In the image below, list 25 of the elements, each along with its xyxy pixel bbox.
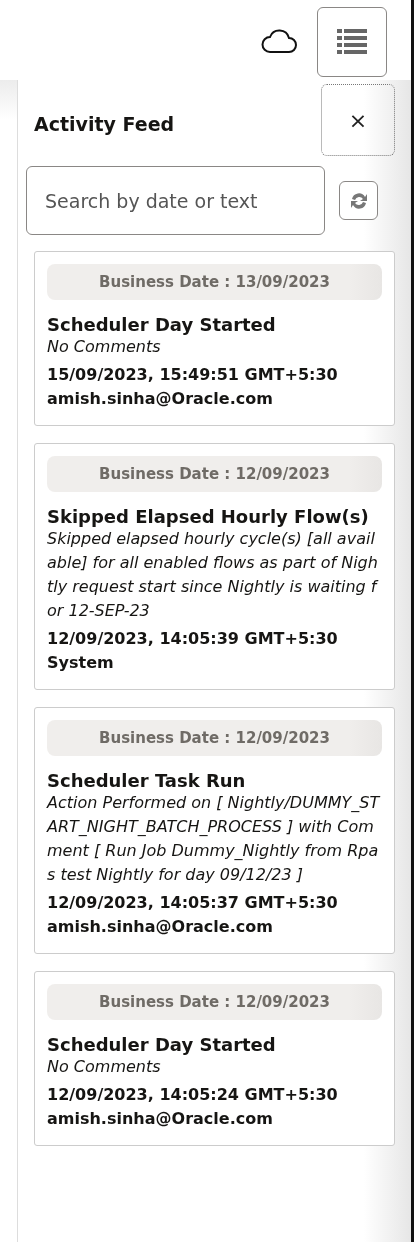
activity-timestamp: 12/09/2023, 14:05:24 GMT+5:30 (47, 1084, 339, 1106)
list-view-button[interactable] (317, 7, 387, 77)
search-field[interactable]: Search by date or text (26, 166, 325, 235)
activity-title: Scheduler Task Run (47, 770, 247, 791)
activity-title: Scheduler Day Started (47, 1034, 277, 1055)
refresh-button[interactable] (339, 181, 378, 220)
activity-comment: No Comments (47, 1056, 162, 1078)
panel-title: Activity Feed (34, 113, 175, 135)
activity-user: amish.sinha@Oracle.com (47, 1108, 274, 1130)
activity-timestamp: 12/09/2023, 14:05:39 GMT+5:30 (47, 628, 339, 650)
business-date: Business Date : 12/09/2023 (47, 984, 382, 1020)
activity-comment: Action Performed on [ Nightly/DUMMY_START_NIGHT_BATCH_PROCESS ] with Comment [ Run Job Dummy_Nightly from Rpas test Nightly for day 09/12/23 ] (47, 792, 382, 886)
business-date: Business Date : 12/09/2023 (47, 720, 382, 756)
business-date: Business Date : 13/09/2023 (47, 264, 382, 300)
activity-user: amish.sinha@Oracle.com (47, 916, 274, 938)
activity-title: Scheduler Day Started (47, 314, 277, 335)
activity-comment: Skipped elapsed hourly cycle(s) [all available] for all enabled flows as part of Nightly request start since Nightly is waiting for 12-SEP-23 (47, 528, 380, 622)
list-icon (337, 29, 367, 55)
activity-timestamp: 15/09/2023, 15:49:51 GMT+5:30 (47, 364, 339, 386)
business-date: Business Date : 12/09/2023 (47, 456, 382, 492)
activity-timestamp: 12/09/2023, 14:05:37 GMT+5:30 (47, 892, 339, 914)
activity-title: Skipped Elapsed Hourly Flow(s) (47, 506, 370, 527)
activity-comment: No Comments (47, 336, 162, 358)
activity-user: System (47, 652, 115, 674)
activity-user: amish.sinha@Oracle.com (47, 388, 274, 410)
